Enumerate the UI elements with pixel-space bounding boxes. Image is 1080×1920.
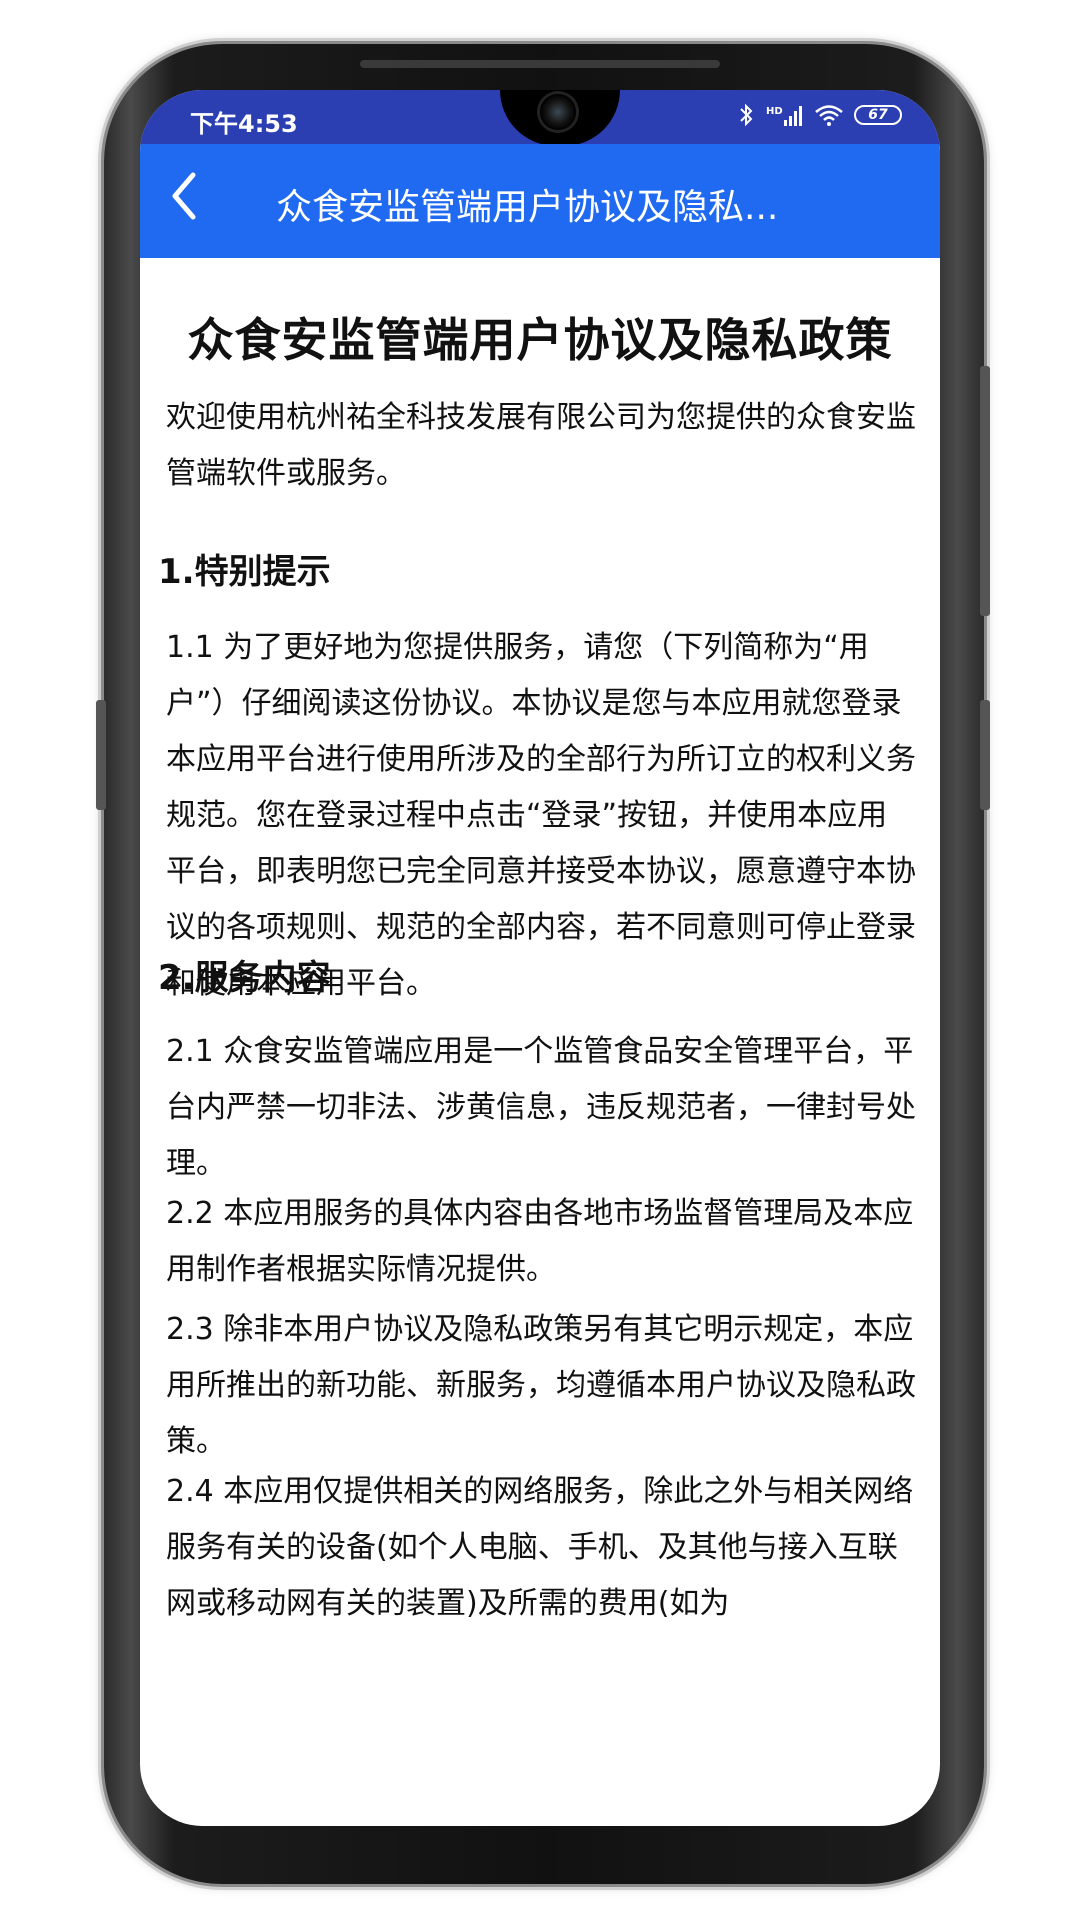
power-button <box>980 700 990 810</box>
status-time: 下午4:53 <box>190 110 298 138</box>
hd-signal-icon: HD <box>766 106 802 126</box>
app-bar: 众食安监管端用户协议及隐私... <box>140 144 940 258</box>
bluetooth-icon <box>740 103 753 127</box>
back-button[interactable] <box>158 166 210 226</box>
section-heading: 2.服务内容 <box>158 958 331 998</box>
wifi-icon <box>815 105 843 126</box>
intro-paragraph: 欢迎使用杭州祐全科技发展有限公司为您提供的众食安监管端软件或服务。 <box>166 400 916 491</box>
phone-screen: 下午4:53 HD 67 众食安监管端用户协议及隐私... 众食安监管端用户协议… <box>140 90 940 1826</box>
document-content[interactable]: 众食安监管端用户协议及隐私政策 欢迎使用杭州祐全科技发展有限公司为您提供的众食安… <box>140 258 940 1826</box>
volume-button <box>980 366 990 616</box>
paragraph-2-3: 2.3 除非本用户协议及隐私政策另有其它明示规定，本应用所推出的新功能、新服务，… <box>166 1312 916 1459</box>
earpiece-speaker <box>360 60 720 68</box>
status-icons: HD 67 <box>738 102 902 128</box>
paragraph-2-2: 2.2 本应用服务的具体内容由各地市场监督管理局及本应用制作者根据实际情况提供。 <box>166 1196 914 1287</box>
hd-label: HD <box>766 106 783 117</box>
app-bar-title: 众食安监管端用户协议及隐私... <box>276 187 779 228</box>
paragraph-2-1: 2.1 众食安监管端应用是一个监管食品安全管理平台，平台内严禁一切非法、涉黄信息… <box>166 1034 916 1181</box>
document-title: 众食安监管端用户协议及隐私政策 <box>187 313 893 367</box>
chevron-left-icon <box>172 172 196 220</box>
side-key <box>96 700 106 810</box>
front-camera <box>540 94 576 130</box>
section-heading: 1.特别提示 <box>158 552 331 592</box>
battery-indicator: 67 <box>854 105 902 125</box>
paragraph-2-4: 2.4 本应用仅提供相关的网络服务，除此之外与相关网络服务有关的设备(如个人电脑… <box>166 1474 914 1621</box>
